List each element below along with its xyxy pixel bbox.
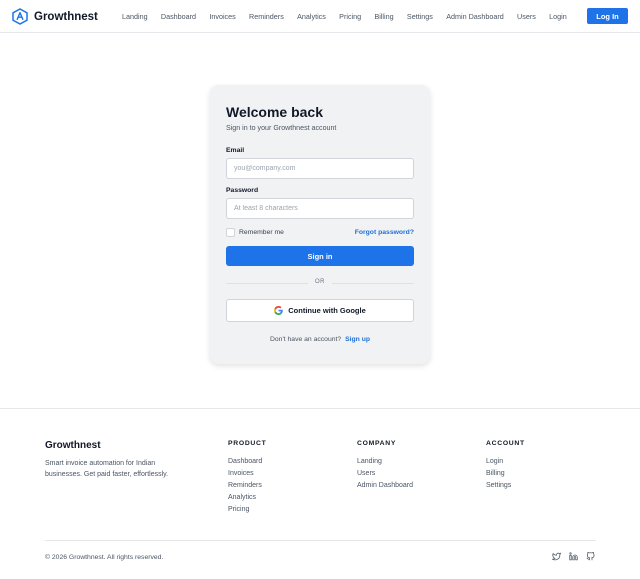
- or-divider-text: OR: [308, 279, 332, 285]
- login-card: Welcome back Sign in to your Growthnest …: [210, 85, 430, 364]
- footer-column-product: PRODUCT Dashboard Invoices Reminders Ana…: [228, 440, 267, 516]
- footer-link-pricing[interactable]: Pricing: [228, 504, 267, 516]
- footer-link-billing[interactable]: Billing: [486, 468, 525, 480]
- footer-link-landing[interactable]: Landing: [357, 456, 413, 468]
- remember-me-label: Remember me: [239, 229, 284, 236]
- footer-link-settings[interactable]: Settings: [486, 480, 525, 492]
- nav-link-users[interactable]: Users: [517, 12, 536, 21]
- copyright-text: © 2026 Growthnest. All rights reserved.: [45, 554, 164, 561]
- footer-link-login[interactable]: Login: [486, 456, 525, 468]
- sign-in-button[interactable]: Sign in: [226, 246, 414, 266]
- main-nav: Landing Dashboard Invoices Reminders Ana…: [122, 12, 580, 21]
- footer-link-dashboard[interactable]: Dashboard: [228, 456, 267, 468]
- email-input[interactable]: [226, 158, 414, 179]
- email-label: Email: [226, 147, 245, 154]
- footer-column-heading: ACCOUNT: [486, 440, 525, 447]
- remember-me[interactable]: Remember me: [226, 228, 284, 237]
- google-button-label: Continue with Google: [288, 306, 366, 315]
- remember-me-checkbox[interactable]: [226, 228, 235, 237]
- github-icon[interactable]: [586, 552, 595, 561]
- footer-link-analytics[interactable]: Analytics: [228, 492, 267, 504]
- nav-link-login[interactable]: Login: [549, 12, 567, 21]
- footer-tagline: Smart invoice automation for Indian busi…: [45, 460, 169, 478]
- nav-link-dashboard[interactable]: Dashboard: [161, 12, 196, 21]
- footer-link-admin-dashboard[interactable]: Admin Dashboard: [357, 480, 413, 492]
- forgot-password-link[interactable]: Forgot password?: [355, 229, 414, 236]
- nav-link-admin-dashboard[interactable]: Admin Dashboard: [446, 12, 504, 21]
- footer-link-invoices[interactable]: Invoices: [228, 468, 267, 480]
- nav-link-analytics[interactable]: Analytics: [297, 12, 326, 21]
- nav-link-invoices[interactable]: Invoices: [209, 12, 235, 21]
- footer-brand: Growthnest: [45, 440, 101, 451]
- signup-row: Don't have an account? Sign up: [210, 336, 430, 343]
- footer-bottom-divider: [45, 540, 596, 541]
- twitter-icon[interactable]: [552, 552, 561, 561]
- sign-up-link[interactable]: Sign up: [345, 336, 370, 343]
- footer-link-users[interactable]: Users: [357, 468, 413, 480]
- card-title: Welcome back: [226, 104, 324, 120]
- card-subtitle: Sign in to your Growthnest account: [226, 124, 337, 132]
- nav-link-billing[interactable]: Billing: [374, 12, 393, 21]
- password-label: Password: [226, 187, 259, 194]
- nav-link-settings[interactable]: Settings: [407, 12, 433, 21]
- signup-prompt: Don't have an account?: [269, 336, 342, 343]
- nav-link-reminders[interactable]: Reminders: [249, 12, 284, 21]
- brand-name: Growthnest: [34, 10, 98, 23]
- google-sign-in-button[interactable]: Continue with Google: [226, 299, 414, 322]
- footer-link-reminders[interactable]: Reminders: [228, 480, 267, 492]
- brand-logo[interactable]: Growthnest: [12, 8, 98, 25]
- footer-column-account: ACCOUNT Login Billing Settings: [486, 440, 525, 492]
- nav-link-landing[interactable]: Landing: [122, 12, 148, 21]
- top-navbar: Growthnest Landing Dashboard Invoices Re…: [0, 0, 640, 33]
- google-icon: [274, 306, 284, 315]
- password-input[interactable]: [226, 198, 414, 219]
- footer-divider: [0, 408, 640, 409]
- linkedin-icon[interactable]: [569, 552, 578, 561]
- nav-link-pricing[interactable]: Pricing: [339, 12, 361, 21]
- footer-column-heading: PRODUCT: [228, 440, 267, 447]
- footer-column-company: COMPANY Landing Users Admin Dashboard: [357, 440, 413, 492]
- footer-column-heading: COMPANY: [357, 440, 397, 447]
- header-login-button[interactable]: Log In: [587, 8, 628, 24]
- growthnest-logo-icon: [12, 8, 28, 25]
